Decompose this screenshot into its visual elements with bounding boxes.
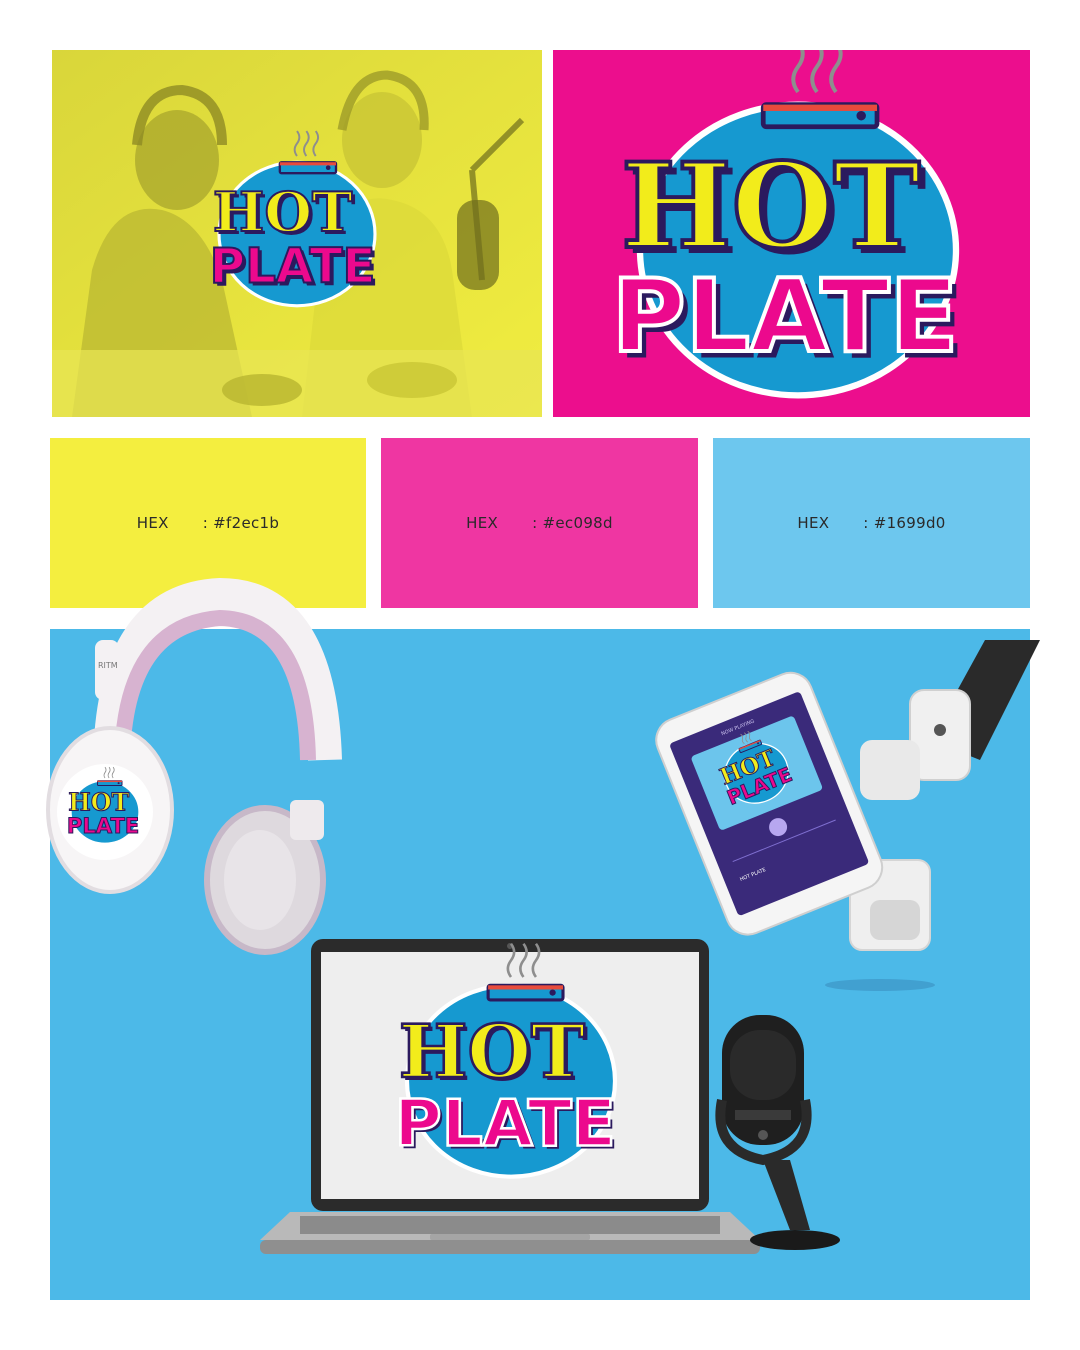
svg-text:HOT: HOT — [399, 1010, 585, 1095]
svg-text:PLATE: PLATE — [395, 1086, 616, 1161]
device-mockups: RITM HOT PLATE NOW PLAYING HOT PLATE HOT… — [46, 577, 1040, 1254]
laptop-mockup: HOT HOT PLATE PLATE — [260, 939, 760, 1254]
svg-text:PLATE: PLATE — [67, 813, 139, 838]
headphones-mockup: RITM HOT PLATE — [46, 577, 342, 955]
phone-gimbal-mockup: NOW PLAYING HOT PLATE HOT PLATE — [655, 640, 1040, 991]
headphones-brand: RITM — [98, 661, 118, 670]
svg-text:HOT: HOT — [68, 789, 129, 817]
microphone-mockup — [715, 1015, 840, 1250]
